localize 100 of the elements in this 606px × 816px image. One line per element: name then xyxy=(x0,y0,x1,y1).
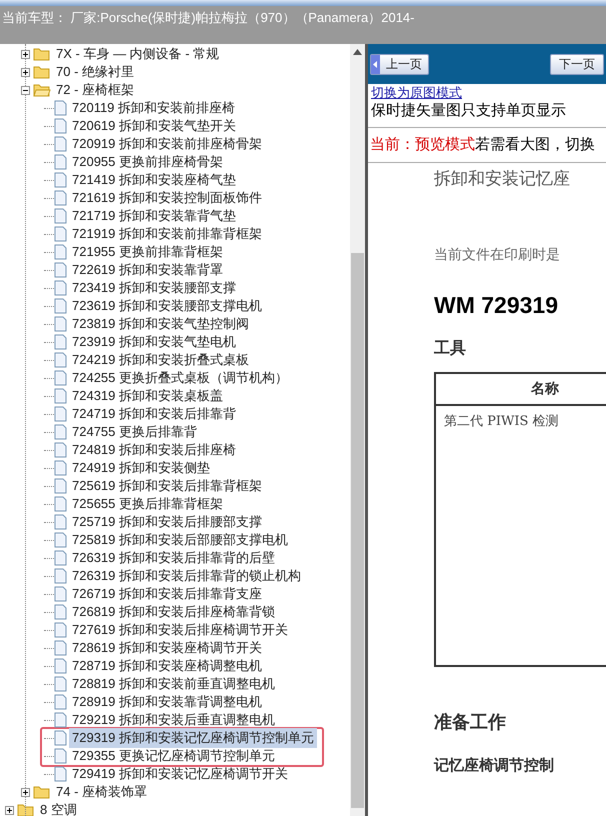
table-cell-text: 第二代 PIWIS 检测 xyxy=(444,413,559,431)
tree-item[interactable]: 724255 更换折叠式桌板（调节机构） xyxy=(69,368,291,388)
tree-item[interactable]: 720619 拆卸和安装气垫开关 xyxy=(69,116,239,136)
tree-item[interactable]: 724719 拆卸和安装后排靠背 xyxy=(69,404,239,424)
scrollbar[interactable] xyxy=(350,44,365,816)
document-icon xyxy=(54,712,67,728)
tree-item[interactable]: 729419 拆卸和安装记忆座椅调节开关 xyxy=(69,764,291,784)
document-icon xyxy=(54,694,67,710)
tree-item[interactable]: 725819 拆卸和安装后部腰部支撑电机 xyxy=(69,530,291,550)
document-icon xyxy=(54,208,67,224)
folder-icon xyxy=(17,803,35,816)
tools-heading: 工具 xyxy=(434,337,467,359)
document-icon xyxy=(54,496,67,512)
tree-item[interactable]: 723919 拆卸和安装气垫电机 xyxy=(69,332,239,352)
document-icon xyxy=(54,766,67,782)
tree-item[interactable]: 729355 更换记忆座椅调节控制单元 xyxy=(69,746,278,766)
document-icon xyxy=(54,388,67,404)
document-icon xyxy=(54,172,67,188)
document-icon xyxy=(54,100,67,116)
scroll-up-icon[interactable] xyxy=(353,49,362,55)
tree-item[interactable]: 724755 更换后排靠背 xyxy=(69,422,200,442)
table-header: 名称 xyxy=(436,374,606,406)
expand-icon[interactable] xyxy=(21,788,30,796)
prep-heading: 准备工作 xyxy=(434,711,507,735)
tree-item[interactable]: 726319 拆卸和安装后排靠背的锁止机构 xyxy=(69,566,304,586)
tree-item[interactable]: 720919 拆卸和安装前排座椅骨架 xyxy=(69,134,265,154)
tree-item[interactable]: 725719 拆卸和安装后排腰部支撑 xyxy=(69,512,265,532)
scroll-thumb[interactable] xyxy=(351,253,364,808)
document-icon xyxy=(54,424,67,440)
tree-item[interactable]: 723419 拆卸和安装腰部支撑 xyxy=(69,278,239,298)
document-icon xyxy=(54,658,67,674)
tree-item[interactable]: 723819 拆卸和安装气垫控制阀 xyxy=(69,314,252,334)
document-icon xyxy=(54,352,67,368)
document-icon xyxy=(54,226,67,242)
tree-item[interactable]: 726819 拆卸和安装后排座椅靠背锁 xyxy=(69,602,278,622)
prep-text: 记忆座椅调节控制 xyxy=(434,755,555,776)
document-icon xyxy=(54,334,67,350)
tree-item[interactable]: 725655 更换后排靠背框架 xyxy=(69,494,226,514)
tree-item[interactable]: 721919 拆卸和安装前排靠背框架 xyxy=(69,224,265,244)
tree-item[interactable]: 728919 拆卸和安装靠背调整电机 xyxy=(69,692,265,712)
document-icon xyxy=(54,442,67,458)
document-icon xyxy=(54,586,67,602)
tree-item[interactable]: 728619 拆卸和安装座椅调节开关 xyxy=(69,638,265,658)
tree-item[interactable]: 74 - 座椅装饰罩 xyxy=(54,782,150,802)
print-note: 当前文件在印刷时是 xyxy=(434,246,561,264)
tree-item[interactable]: 8 空调 xyxy=(38,800,79,816)
document-icon xyxy=(54,190,67,206)
document-icon xyxy=(54,640,67,656)
original-mode-link[interactable]: 切换为原图模式 xyxy=(371,85,603,100)
document-icon xyxy=(54,568,67,584)
tree-item[interactable]: 723619 拆卸和安装腰部支撑电机 xyxy=(69,296,265,316)
document-icon xyxy=(54,622,67,638)
expand-icon[interactable] xyxy=(5,806,14,814)
folder-icon xyxy=(33,65,51,79)
folder-icon xyxy=(33,785,51,799)
prev-page-button[interactable]: 上一页 xyxy=(370,54,429,74)
tree-item[interactable]: 728819 拆卸和安装前垂直调整电机 xyxy=(69,674,278,694)
tree-item[interactable]: 720955 更换前排座椅骨架 xyxy=(69,152,226,172)
tree-item[interactable]: 721619 拆卸和安装控制面板饰件 xyxy=(69,188,265,208)
next-page-button[interactable]: 下一页 xyxy=(550,54,604,74)
single-page-note: 保时捷矢量图只支持单页显示 xyxy=(371,101,567,121)
tree-item[interactable]: 722619 拆卸和安装靠背罩 xyxy=(69,260,226,280)
folder-icon xyxy=(33,47,51,61)
document-icon xyxy=(54,550,67,566)
tree-item[interactable]: 721719 拆卸和安装靠背气垫 xyxy=(69,206,239,226)
tree-item[interactable]: 724819 拆卸和安装后排座椅 xyxy=(69,440,239,460)
tree-item[interactable]: 72 - 座椅框架 xyxy=(54,80,136,100)
tree-item[interactable]: 727619 拆卸和安装后排座椅调节开关 xyxy=(69,620,291,640)
expand-icon[interactable] xyxy=(21,50,30,58)
tree-item[interactable]: 724919 拆卸和安装侧垫 xyxy=(69,458,213,478)
document-icon xyxy=(54,406,67,422)
tree-item[interactable]: 729219 拆卸和安装后垂直调整电机 xyxy=(69,710,278,730)
tree-item[interactable]: 725619 拆卸和安装后排靠背框架 xyxy=(69,476,265,496)
tree-item[interactable]: 7X - 车身 — 内侧设备 - 常规 xyxy=(54,44,222,64)
vehicle-model-text: 当前车型： 厂家:Porsche(保时捷)帕拉梅拉（970）（Panamera）2014- xyxy=(2,10,414,25)
document-icon xyxy=(54,316,67,332)
tree-item[interactable]: 721419 拆卸和安装座椅气垫 xyxy=(69,170,239,190)
tree-item[interactable]: 720119 拆卸和安装前排座椅 xyxy=(69,98,238,118)
tree-item[interactable]: 726719 拆卸和安装后排靠背支座 xyxy=(69,584,265,604)
tree-item[interactable]: 70 - 绝缘衬里 xyxy=(54,62,136,82)
document-icon xyxy=(54,154,67,170)
tree-item[interactable]: 728719 拆卸和安装座椅调整电机 xyxy=(69,656,265,676)
document-icon xyxy=(54,280,67,296)
open-folder-icon xyxy=(33,83,51,97)
tree-item[interactable]: 724319 拆卸和安装桌板盖 xyxy=(69,386,226,406)
tree-item[interactable]: 721955 更换前排靠背框架 xyxy=(69,242,226,262)
document-icon xyxy=(54,730,67,746)
document-title: 拆卸和安装记忆座 xyxy=(434,168,571,191)
tree-item[interactable]: 724219 拆卸和安装折叠式桌板 xyxy=(69,350,252,370)
tree-item[interactable]: 729319 拆卸和安装记忆座椅调节控制单元 xyxy=(69,728,317,748)
document-icon xyxy=(54,676,67,692)
document-icon xyxy=(54,244,67,260)
expand-icon[interactable] xyxy=(21,68,30,76)
document-icon xyxy=(54,748,67,764)
document-icon xyxy=(54,460,67,476)
document-icon xyxy=(54,514,67,530)
document-icon xyxy=(54,532,67,548)
document-icon xyxy=(54,118,67,134)
collapse-icon[interactable] xyxy=(21,86,30,94)
tree-item[interactable]: 726319 拆卸和安装后排靠背的后壁 xyxy=(69,548,278,568)
